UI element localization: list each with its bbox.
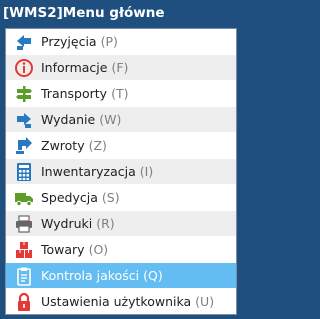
menu-item-label: Wydruki xyxy=(41,216,93,231)
menu-item-zwroty[interactable]: Zwroty (Z) xyxy=(6,133,236,159)
arrow-out-icon xyxy=(11,109,37,131)
truck-icon xyxy=(11,187,37,209)
menu-item-label: Inwentaryzacja xyxy=(41,164,136,179)
menu-item-wydruki[interactable]: Wydruki (R) xyxy=(6,211,236,237)
menu-item-label: Transporty xyxy=(41,86,108,101)
menu-item-label: Spedycja xyxy=(41,190,98,205)
shortcut-key: (T) xyxy=(111,86,129,101)
menu-item-label: Przyjęcia xyxy=(41,34,97,49)
shortcut-key: (S) xyxy=(101,190,120,205)
shortcut-key: (W) xyxy=(99,112,122,127)
menu-item-label: Towary xyxy=(41,242,85,257)
shortcut-key: (U) xyxy=(195,294,215,309)
shortcut-key: (F) xyxy=(111,60,129,75)
menu-item-label: Zwroty xyxy=(41,138,85,153)
menu-item-ustawienia-uzytkownika[interactable]: Ustawienia użytkownika (U) xyxy=(6,289,236,314)
menu-item-wydanie[interactable]: Wydanie (W) xyxy=(6,107,236,133)
main-menu-list[interactable]: Przyjęcia (P) Informacje (F) Transporty … xyxy=(5,28,237,315)
arrow-in-icon xyxy=(11,31,37,53)
boxes-icon xyxy=(11,239,37,261)
menu-item-label: Kontrola jakości xyxy=(41,268,140,283)
menu-item-informacje[interactable]: Informacje (F) xyxy=(6,55,236,81)
calculator-icon xyxy=(11,161,37,183)
shortcut-key: (O) xyxy=(88,242,109,257)
main-menu-window: [WMS2]Menu główne Przyjęcia (P) Informac… xyxy=(0,0,240,319)
info-icon xyxy=(11,57,37,79)
shortcut-key: (R) xyxy=(96,216,115,231)
window-title: [WMS2]Menu główne xyxy=(3,5,165,21)
menu-item-kontrola-jakosci[interactable]: Kontrola jakości (Q) xyxy=(6,263,236,289)
lock-icon xyxy=(11,291,37,313)
return-icon xyxy=(11,135,37,157)
menu-item-inwentaryzacja[interactable]: Inwentaryzacja (I) xyxy=(6,159,236,185)
menu-item-przyjecia[interactable]: Przyjęcia (P) xyxy=(6,29,236,55)
shortcut-key: (Q) xyxy=(143,268,163,283)
menu-item-towary[interactable]: Towary (O) xyxy=(6,237,236,263)
shortcut-key: (P) xyxy=(100,34,118,49)
menu-item-spedycja[interactable]: Spedycja (S) xyxy=(6,185,236,211)
menu-item-transporty[interactable]: Transporty (T) xyxy=(6,81,236,107)
menu-item-label: Wydanie xyxy=(41,112,96,127)
shortcut-key: (I) xyxy=(139,164,154,179)
menu-item-label: Ustawienia użytkownika xyxy=(41,294,192,309)
signpost-icon xyxy=(11,83,37,105)
shortcut-key: (Z) xyxy=(88,138,107,153)
clipboard-icon xyxy=(11,265,37,287)
menu-item-label: Informacje xyxy=(41,60,108,75)
printer-icon xyxy=(11,213,37,235)
